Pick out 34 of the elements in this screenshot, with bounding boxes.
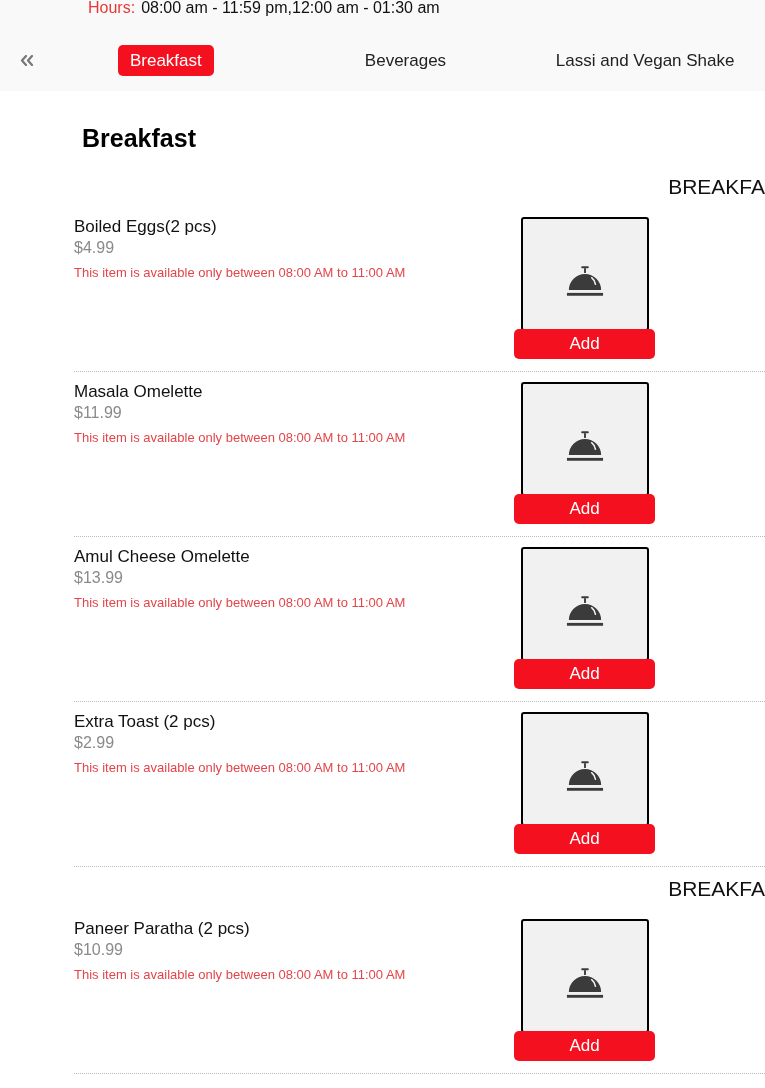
category-label: BREAKFA	[668, 175, 765, 199]
add-button[interactable]: Add	[514, 1031, 655, 1061]
hours-text: 08:00 am - 11:59 pm,12:00 am - 01:30 am	[141, 0, 440, 15]
item-name: Masala Omelette	[74, 382, 204, 402]
item-price: $13.99	[74, 568, 124, 588]
availability-note: This item is available only between 08:00 AM to 11:00 AM	[74, 265, 407, 281]
availability-note: This item is available only between 08:00 AM to 11:00 AM	[74, 760, 407, 776]
item-price: $11.99	[74, 403, 123, 423]
category-tab[interactable]: Lassi and Vegan Shake	[543, 45, 747, 76]
item-name: Extra Toast (2 pcs)	[74, 712, 217, 732]
item-price: $10.99	[74, 940, 124, 960]
add-button[interactable]: Add	[514, 659, 655, 689]
service-bell-icon	[565, 967, 604, 999]
availability-note: This item is available only between 08:00 AM to 11:00 AM	[74, 595, 407, 611]
item-price: $4.99	[74, 238, 116, 258]
service-bell-icon	[565, 430, 604, 462]
item-name: Boiled Eggs(2 pcs)	[74, 217, 218, 237]
service-bell-icon	[565, 760, 604, 792]
hours-label: Hours:	[88, 0, 136, 15]
category-tab[interactable]: Breakfast	[117, 45, 214, 76]
category-tab[interactable]: Beverages	[352, 45, 459, 76]
section-title: Breakfast	[82, 123, 197, 153]
item-name: Amul Cheese Omelette	[74, 547, 251, 567]
availability-note: This item is available only between 08:00 AM to 11:00 AM	[74, 430, 407, 446]
service-bell-icon	[565, 595, 604, 627]
category-label: BREAKFA	[668, 877, 765, 901]
double-chevron-left-icon[interactable]	[20, 55, 34, 66]
availability-note: This item is available only between 08:00 AM to 11:00 AM	[74, 967, 407, 983]
add-button[interactable]: Add	[514, 329, 655, 359]
service-bell-icon	[565, 265, 604, 297]
add-button[interactable]: Add	[514, 824, 655, 854]
item-price: $2.99	[74, 733, 116, 753]
item-name: Paneer Paratha (2 pcs)	[74, 919, 251, 939]
add-button[interactable]: Add	[514, 494, 655, 524]
